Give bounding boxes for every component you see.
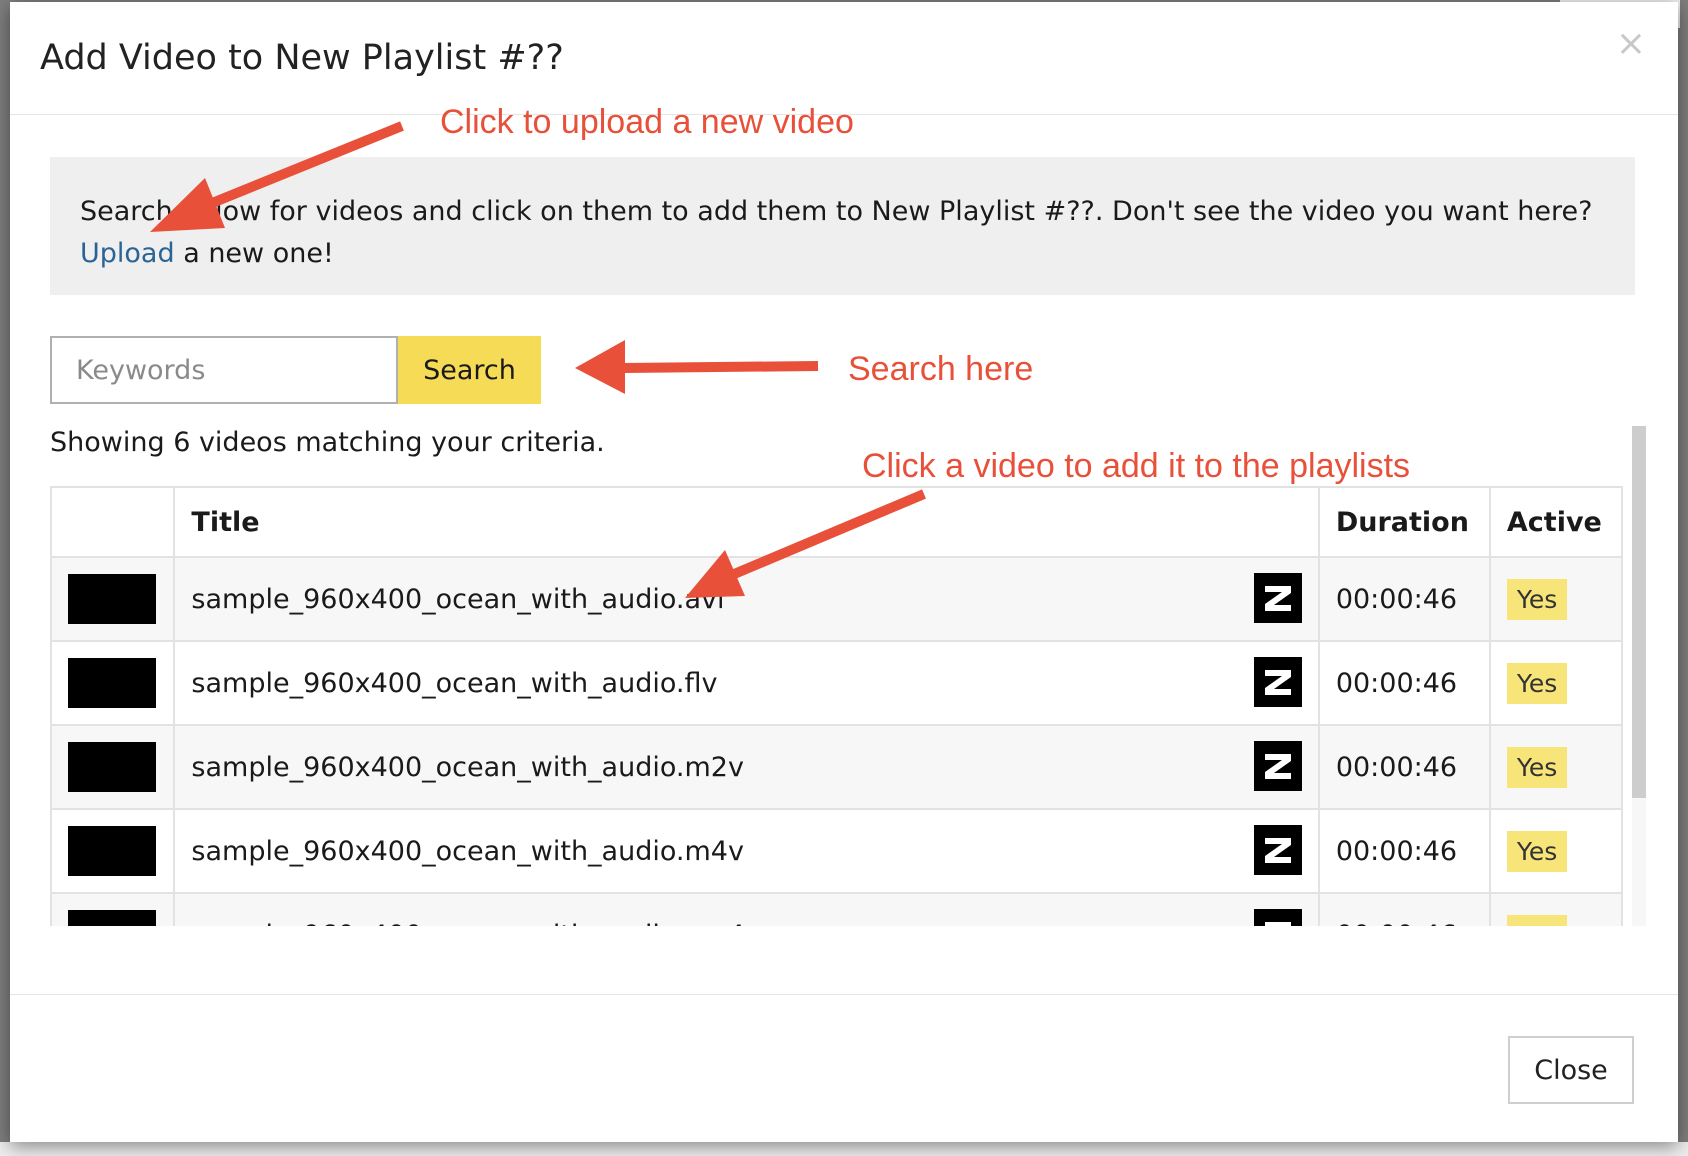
table-header-row: Title Duration Active: [50, 486, 1623, 558]
active-badge: Yes: [1506, 830, 1568, 872]
keywords-input[interactable]: [50, 336, 398, 404]
title-header[interactable]: Title: [173, 486, 1320, 558]
video-title[interactable]: sample_960x400_ocean_with_audio.m4v: [191, 836, 744, 867]
z-logo-icon: [1253, 657, 1302, 707]
video-title[interactable]: sample_960x400_ocean_with_audio.m2v: [191, 752, 744, 783]
info-text: Search below for videos and click on the…: [80, 196, 1593, 227]
duration-cell: 00:00:46: [1317, 556, 1491, 642]
video-title[interactable]: sample_960x400_ocean_with_audio.avi: [191, 584, 724, 615]
duration-cell: 00:00:46: [1317, 808, 1491, 894]
active-cell: Yes: [1488, 808, 1623, 894]
duration-cell: 00:00:46: [1317, 724, 1491, 810]
add-video-modal: Add Video to New Playlist #?? × Search b…: [10, 2, 1678, 1142]
annotation-upload: Click to upload a new video: [440, 103, 854, 141]
duration-header[interactable]: Duration: [1317, 486, 1491, 558]
video-title[interactable]: sample_960x400_ocean_with_audio.flv: [191, 668, 717, 699]
result-count: Showing 6 videos matching your criteria.: [50, 427, 605, 458]
z-logo-icon: [1253, 573, 1302, 623]
video-title[interactable]: sample_960x400_ocean_with_audio.mp4: [191, 920, 745, 927]
z-logo-icon: [1253, 741, 1302, 791]
z-logo-icon: [1253, 909, 1302, 926]
table-row[interactable]: sample_960x400_ocean_with_audio.m4v 00:0…: [50, 808, 1623, 894]
video-table: Title Duration Active sample_960x400_oce…: [50, 486, 1623, 926]
active-cell: Yes: [1488, 640, 1623, 726]
background-page-bottom: [0, 1142, 1688, 1156]
video-thumbnail[interactable]: [68, 574, 156, 624]
active-badge: Yes: [1506, 578, 1568, 620]
title-cell[interactable]: sample_960x400_ocean_with_audio.mp4: [173, 892, 1320, 927]
annotation-search: Search here: [848, 350, 1034, 388]
thumbnail-cell[interactable]: [50, 640, 176, 726]
video-thumbnail[interactable]: [68, 658, 156, 708]
video-thumbnail[interactable]: [68, 910, 156, 926]
title-cell[interactable]: sample_960x400_ocean_with_audio.avi: [173, 556, 1320, 642]
annotation-video: Click a video to add it to the playlists: [862, 447, 1411, 485]
thumbnail-cell[interactable]: [50, 724, 176, 810]
active-badge: Yes: [1506, 914, 1568, 926]
title-cell[interactable]: sample_960x400_ocean_with_audio.flv: [173, 640, 1320, 726]
active-badge: Yes: [1506, 662, 1568, 704]
active-badge: Yes: [1506, 746, 1568, 788]
active-cell: Yes: [1488, 892, 1623, 926]
video-thumbnail[interactable]: [68, 742, 156, 792]
video-thumbnail[interactable]: [68, 826, 156, 876]
close-button[interactable]: Close: [1508, 1036, 1634, 1104]
thumbnail-cell[interactable]: [50, 808, 176, 894]
active-header[interactable]: Active: [1488, 486, 1623, 558]
title-cell[interactable]: sample_960x400_ocean_with_audio.m4v: [173, 808, 1320, 894]
thumbnail-cell[interactable]: [50, 556, 176, 642]
z-logo-icon: [1253, 825, 1302, 875]
duration-cell: 00:00:46: [1317, 640, 1491, 726]
modal-header: Add Video to New Playlist #?? ×: [10, 2, 1678, 115]
active-cell: Yes: [1488, 556, 1623, 642]
video-table-scroll-area[interactable]: Title Duration Active sample_960x400_oce…: [50, 486, 1623, 926]
scrollbar-thumb[interactable]: [1632, 426, 1646, 798]
table-row[interactable]: sample_960x400_ocean_with_audio.flv 00:0…: [50, 640, 1623, 726]
thumbnail-cell[interactable]: [50, 892, 176, 926]
close-icon[interactable]: ×: [1616, 26, 1646, 62]
info-suffix: a new one!: [174, 238, 334, 269]
title-cell[interactable]: sample_960x400_ocean_with_audio.m2v: [173, 724, 1320, 810]
search-button[interactable]: Search: [398, 336, 541, 404]
active-cell: Yes: [1488, 724, 1623, 810]
upload-link[interactable]: Upload: [80, 238, 175, 269]
modal-footer-divider: [10, 994, 1678, 995]
duration-cell: 00:00:46: [1317, 892, 1491, 926]
table-row[interactable]: sample_960x400_ocean_with_audio.mp4 00:0…: [50, 892, 1623, 927]
table-row[interactable]: sample_960x400_ocean_with_audio.avi 00:0…: [50, 556, 1623, 642]
modal-title: Add Video to New Playlist #??: [40, 38, 564, 78]
table-row[interactable]: sample_960x400_ocean_with_audio.m2v 00:0…: [50, 724, 1623, 810]
info-box: Search below for videos and click on the…: [50, 157, 1635, 295]
thumb-header: [50, 486, 176, 558]
